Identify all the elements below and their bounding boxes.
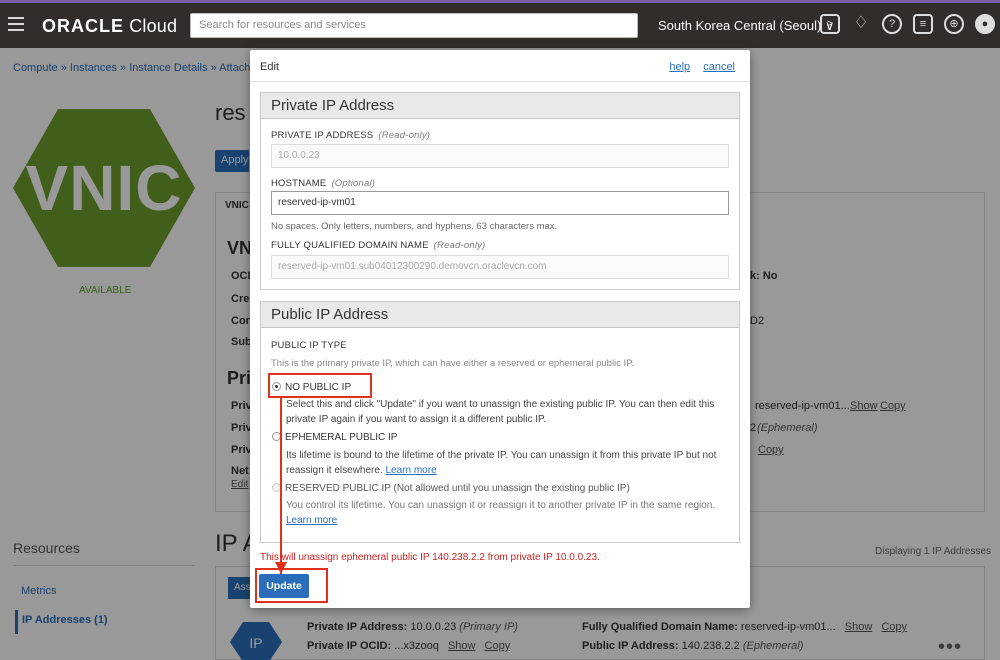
logo-brand: ORACLE bbox=[42, 16, 124, 36]
label-text: PRIVATE IP ADDRESS bbox=[271, 130, 374, 141]
label-text: FULLY QUALIFIED DOMAIN NAME bbox=[271, 240, 429, 251]
unassign-warning: This will unassign ephemeral public IP 1… bbox=[260, 552, 600, 563]
region-selector[interactable]: South Korea Central (Seoul) ∨ bbox=[658, 18, 834, 34]
option-ephemeral-public-ip[interactable]: EPHEMERAL PUBLIC IP bbox=[272, 432, 397, 443]
highlight-arrow-line bbox=[280, 398, 282, 578]
oracle-cloud-logo[interactable]: ORACLE Cloud bbox=[42, 16, 177, 37]
dialog-title: Edit bbox=[260, 61, 279, 73]
private-ip-heading: Private IP Address bbox=[261, 93, 739, 119]
learn-more-link[interactable]: Learn more bbox=[386, 465, 437, 476]
option-description: You control its lifetime. You can unassi… bbox=[286, 498, 726, 528]
cancel-link[interactable]: cancel bbox=[703, 61, 735, 73]
option-desc-text: Its lifetime is bound to the lifetime of… bbox=[286, 450, 717, 476]
fqdn-field: reserved-ip-vm01.sub04012300290.demovcn.… bbox=[271, 255, 729, 279]
label-note: (Optional) bbox=[331, 178, 376, 189]
private-ip-label: PRIVATE IP ADDRESS (Read-only) bbox=[271, 130, 430, 141]
option-desc-text: You control its lifetime. You can unassi… bbox=[286, 500, 716, 511]
learn-more-link[interactable]: Learn more bbox=[286, 515, 337, 526]
top-navigation-bar: ORACLE Cloud Search for resources and se… bbox=[0, 3, 1000, 48]
option-description: Its lifetime is bound to the lifetime of… bbox=[286, 448, 726, 478]
search-input[interactable]: Search for resources and services bbox=[190, 13, 638, 38]
label-note: (Read-only) bbox=[433, 240, 486, 251]
label-text: HOSTNAME bbox=[271, 178, 327, 189]
help-icon[interactable]: ? bbox=[882, 14, 902, 34]
edit-ip-dialog: Edit help cancel Private IP Address PRIV… bbox=[250, 50, 750, 608]
cloud-shell-icon[interactable]: > bbox=[820, 14, 840, 34]
option-description: Select this and click "Update" if you wa… bbox=[286, 399, 715, 425]
label-note: (Read-only) bbox=[378, 130, 431, 141]
logo-product: Cloud bbox=[129, 16, 178, 36]
fqdn-label: FULLY QUALIFIED DOMAIN NAME (Read-only) bbox=[271, 240, 485, 251]
public-ip-heading: Public IP Address bbox=[261, 302, 739, 328]
public-ip-type-hint: This is the primary private IP, which ca… bbox=[271, 358, 634, 369]
hostname-field[interactable]: reserved-ip-vm01 bbox=[271, 191, 729, 215]
highlight-box-update bbox=[255, 568, 328, 603]
globe-icon[interactable]: ⊕ bbox=[944, 14, 964, 34]
hamburger-menu-icon[interactable] bbox=[8, 17, 24, 31]
hostname-label: HOSTNAME (Optional) bbox=[271, 178, 375, 189]
bell-icon[interactable]: ♢ bbox=[851, 14, 871, 34]
highlight-box-no-public-ip bbox=[268, 373, 372, 398]
option-reserved-public-ip: RESERVED PUBLIC IP (Not allowed until yo… bbox=[272, 483, 630, 494]
user-icon[interactable]: ● bbox=[975, 14, 995, 34]
public-ip-type-label: PUBLIC IP TYPE bbox=[271, 340, 347, 351]
hostname-hint: No spaces. Only letters, numbers, and hy… bbox=[271, 221, 558, 232]
option-label: RESERVED PUBLIC IP (Not allowed until yo… bbox=[285, 483, 630, 494]
chat-icon[interactable]: ≡ bbox=[913, 14, 933, 34]
help-link[interactable]: help bbox=[669, 61, 690, 73]
dialog-header: Edit help cancel bbox=[250, 50, 750, 82]
option-label: EPHEMERAL PUBLIC IP bbox=[285, 432, 398, 443]
private-ip-field: 10.0.0.23 bbox=[271, 144, 729, 168]
